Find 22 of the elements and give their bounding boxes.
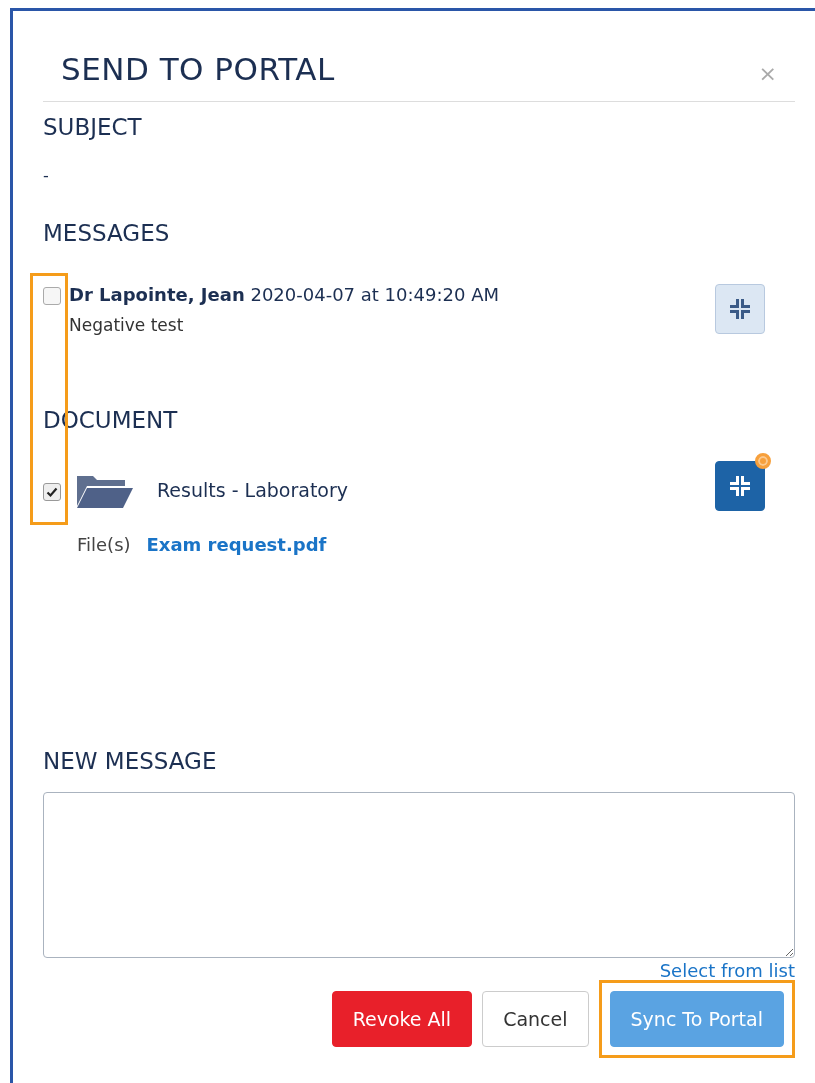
action-button[interactable]: Cancel (482, 991, 589, 1047)
checkbox[interactable] (43, 482, 61, 501)
sync-toggle[interactable] (715, 284, 765, 334)
section-heading: NEW MESSAGE (43, 748, 218, 774)
subject-value: - (43, 166, 50, 185)
message-input[interactable] (43, 792, 795, 958)
message-header: Dr Lapointe, Jean 2020-04-07 at 10:49:20 AM (69, 284, 500, 305)
action-button[interactable]: Revoke All (331, 991, 473, 1047)
check-icon (46, 485, 58, 498)
document-name: Results - Laboratory (157, 479, 350, 501)
compress-icon (729, 298, 751, 320)
action-button[interactable]: Sync To Portal (609, 991, 784, 1047)
section-heading: SUBJECT (43, 114, 143, 140)
files-label: File(s) (77, 534, 131, 555)
message-text: Negative test (69, 315, 185, 335)
select-from-list-link[interactable]: Select from list (659, 960, 795, 981)
dialog-title: SEND TO PORTAL (61, 51, 335, 87)
checkbox[interactable] (43, 287, 61, 305)
sync-toggle[interactable] (715, 461, 765, 511)
file-link[interactable]: Exam request.pdf (146, 534, 327, 555)
section-heading: MESSAGES (43, 220, 171, 246)
compress-icon (729, 475, 751, 497)
